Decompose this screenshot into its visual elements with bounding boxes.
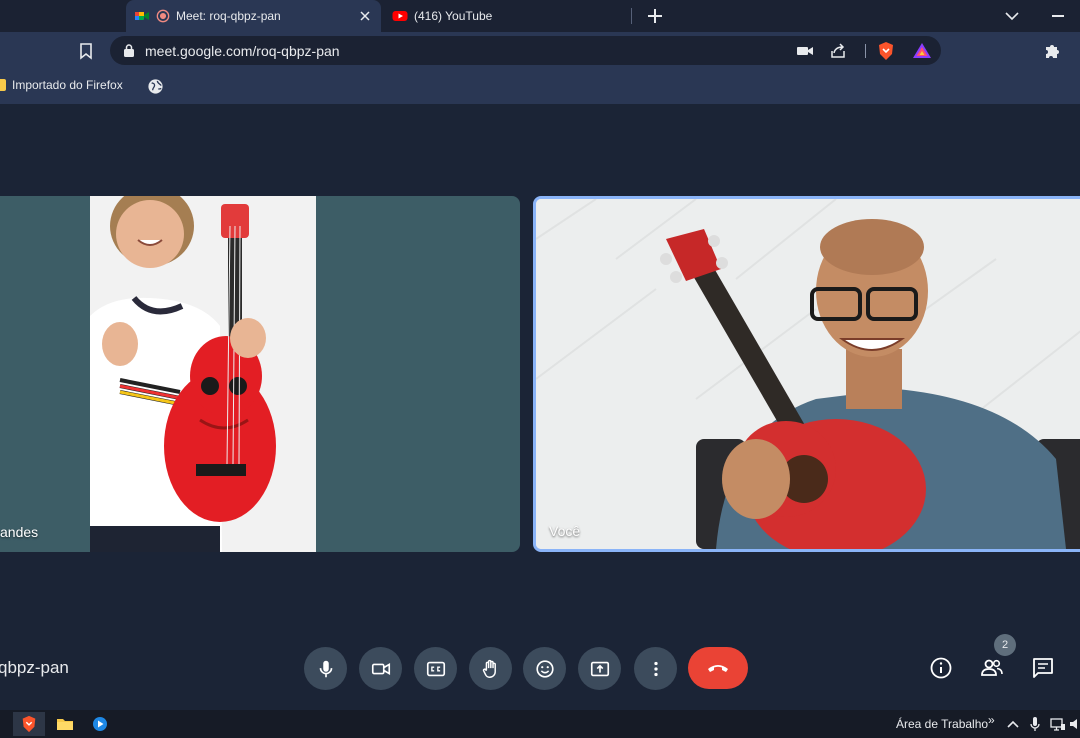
- reactions-button[interactable]: [523, 647, 566, 690]
- youtube-icon: [392, 11, 408, 21]
- tab-title: (416) YouTube: [414, 9, 493, 23]
- tab-title: Meet: roq-qbpz-pan: [176, 9, 281, 23]
- bookmark-label: Importado do Firefox: [12, 78, 123, 92]
- browser-toolbar: meet.google.com/roq-qbpz-pan: [0, 32, 1080, 70]
- brave-shield-icon[interactable]: [876, 41, 896, 61]
- folder-icon: [0, 79, 6, 91]
- leave-call-button[interactable]: [688, 647, 748, 689]
- self-participant-tile[interactable]: Você: [533, 196, 1080, 552]
- present-screen-icon: [590, 661, 609, 676]
- os-taskbar: Área de Trabalho »: [0, 710, 1080, 738]
- close-tab-icon[interactable]: [357, 8, 373, 24]
- url-text[interactable]: meet.google.com/roq-qbpz-pan: [145, 43, 340, 59]
- google-meet-icon: [135, 12, 149, 20]
- address-bar-divider: [865, 44, 866, 58]
- taskbar-media-app[interactable]: [84, 712, 116, 736]
- tab-divider: [631, 8, 632, 24]
- new-tab-icon[interactable]: [645, 6, 665, 26]
- taskbar-brave-browser[interactable]: [13, 712, 45, 736]
- participant-video: [90, 196, 316, 552]
- chevron-down-icon[interactable]: [1003, 8, 1021, 24]
- bookmark-folder-firefox[interactable]: Importado do Firefox: [0, 78, 123, 92]
- participant-name: Você: [549, 523, 581, 539]
- camera-icon: [371, 662, 390, 675]
- meet-stage: andes Você qbpz-pan 2: [0, 104, 1080, 710]
- microphone-button[interactable]: [304, 647, 347, 690]
- tab-meet[interactable]: Meet: roq-qbpz-pan: [126, 0, 381, 32]
- share-icon[interactable]: [828, 41, 848, 61]
- more-options-button[interactable]: [634, 647, 677, 690]
- meeting-details-info-icon[interactable]: [929, 656, 953, 680]
- participant-video-frame: [90, 196, 316, 552]
- brave-browser-icon: [22, 715, 36, 733]
- self-video-frame: [536, 199, 1080, 549]
- camera-button[interactable]: [359, 647, 402, 690]
- present-screen-button[interactable]: [578, 647, 621, 690]
- globe-icon[interactable]: [147, 78, 164, 95]
- recording-indicator-icon: [156, 9, 170, 23]
- people-icon[interactable]: [980, 656, 1004, 680]
- extensions-puzzle-icon[interactable]: [1043, 41, 1063, 61]
- meeting-code: qbpz-pan: [0, 658, 69, 677]
- media-player-icon: [93, 717, 107, 731]
- address-bar[interactable]: meet.google.com/roq-qbpz-pan: [110, 36, 941, 65]
- chat-icon[interactable]: [1031, 656, 1055, 680]
- volume-icon[interactable]: [1068, 716, 1080, 732]
- toolbar-overflow-chevron[interactable]: »: [988, 713, 995, 727]
- tab-strip: Meet: roq-qbpz-pan (416) YouTube: [0, 0, 1080, 32]
- chevron-up-icon[interactable]: [1005, 716, 1021, 732]
- hang-up-phone-icon: [708, 665, 728, 672]
- bookmarks-bar: Importado do Firefox: [0, 70, 1080, 104]
- desktop-toolbar-label[interactable]: Área de Trabalho: [896, 717, 988, 731]
- lock-icon[interactable]: [122, 43, 136, 57]
- minimize-window-button[interactable]: [1052, 15, 1064, 17]
- captions-icon: [426, 661, 445, 676]
- network-icon[interactable]: [1050, 716, 1066, 732]
- microphone-icon: [319, 660, 332, 677]
- brave-rewards-icon[interactable]: [912, 41, 932, 61]
- camera-in-use-icon[interactable]: [795, 41, 815, 61]
- folder-icon: [57, 719, 73, 730]
- participant-name: andes: [0, 524, 39, 540]
- more-vert-icon: [653, 661, 658, 676]
- tab-youtube[interactable]: (416) YouTube: [384, 0, 632, 32]
- participant-tile[interactable]: andes: [0, 196, 520, 552]
- raise-hand-button[interactable]: [469, 647, 512, 690]
- hand-icon: [482, 659, 496, 678]
- captions-button[interactable]: [414, 647, 457, 690]
- bookmark-icon[interactable]: [77, 42, 95, 60]
- taskbar-file-explorer[interactable]: [49, 712, 81, 736]
- participant-count-badge: 2: [994, 634, 1016, 656]
- microphone-tray-icon[interactable]: [1027, 716, 1043, 732]
- emoji-icon: [535, 659, 554, 678]
